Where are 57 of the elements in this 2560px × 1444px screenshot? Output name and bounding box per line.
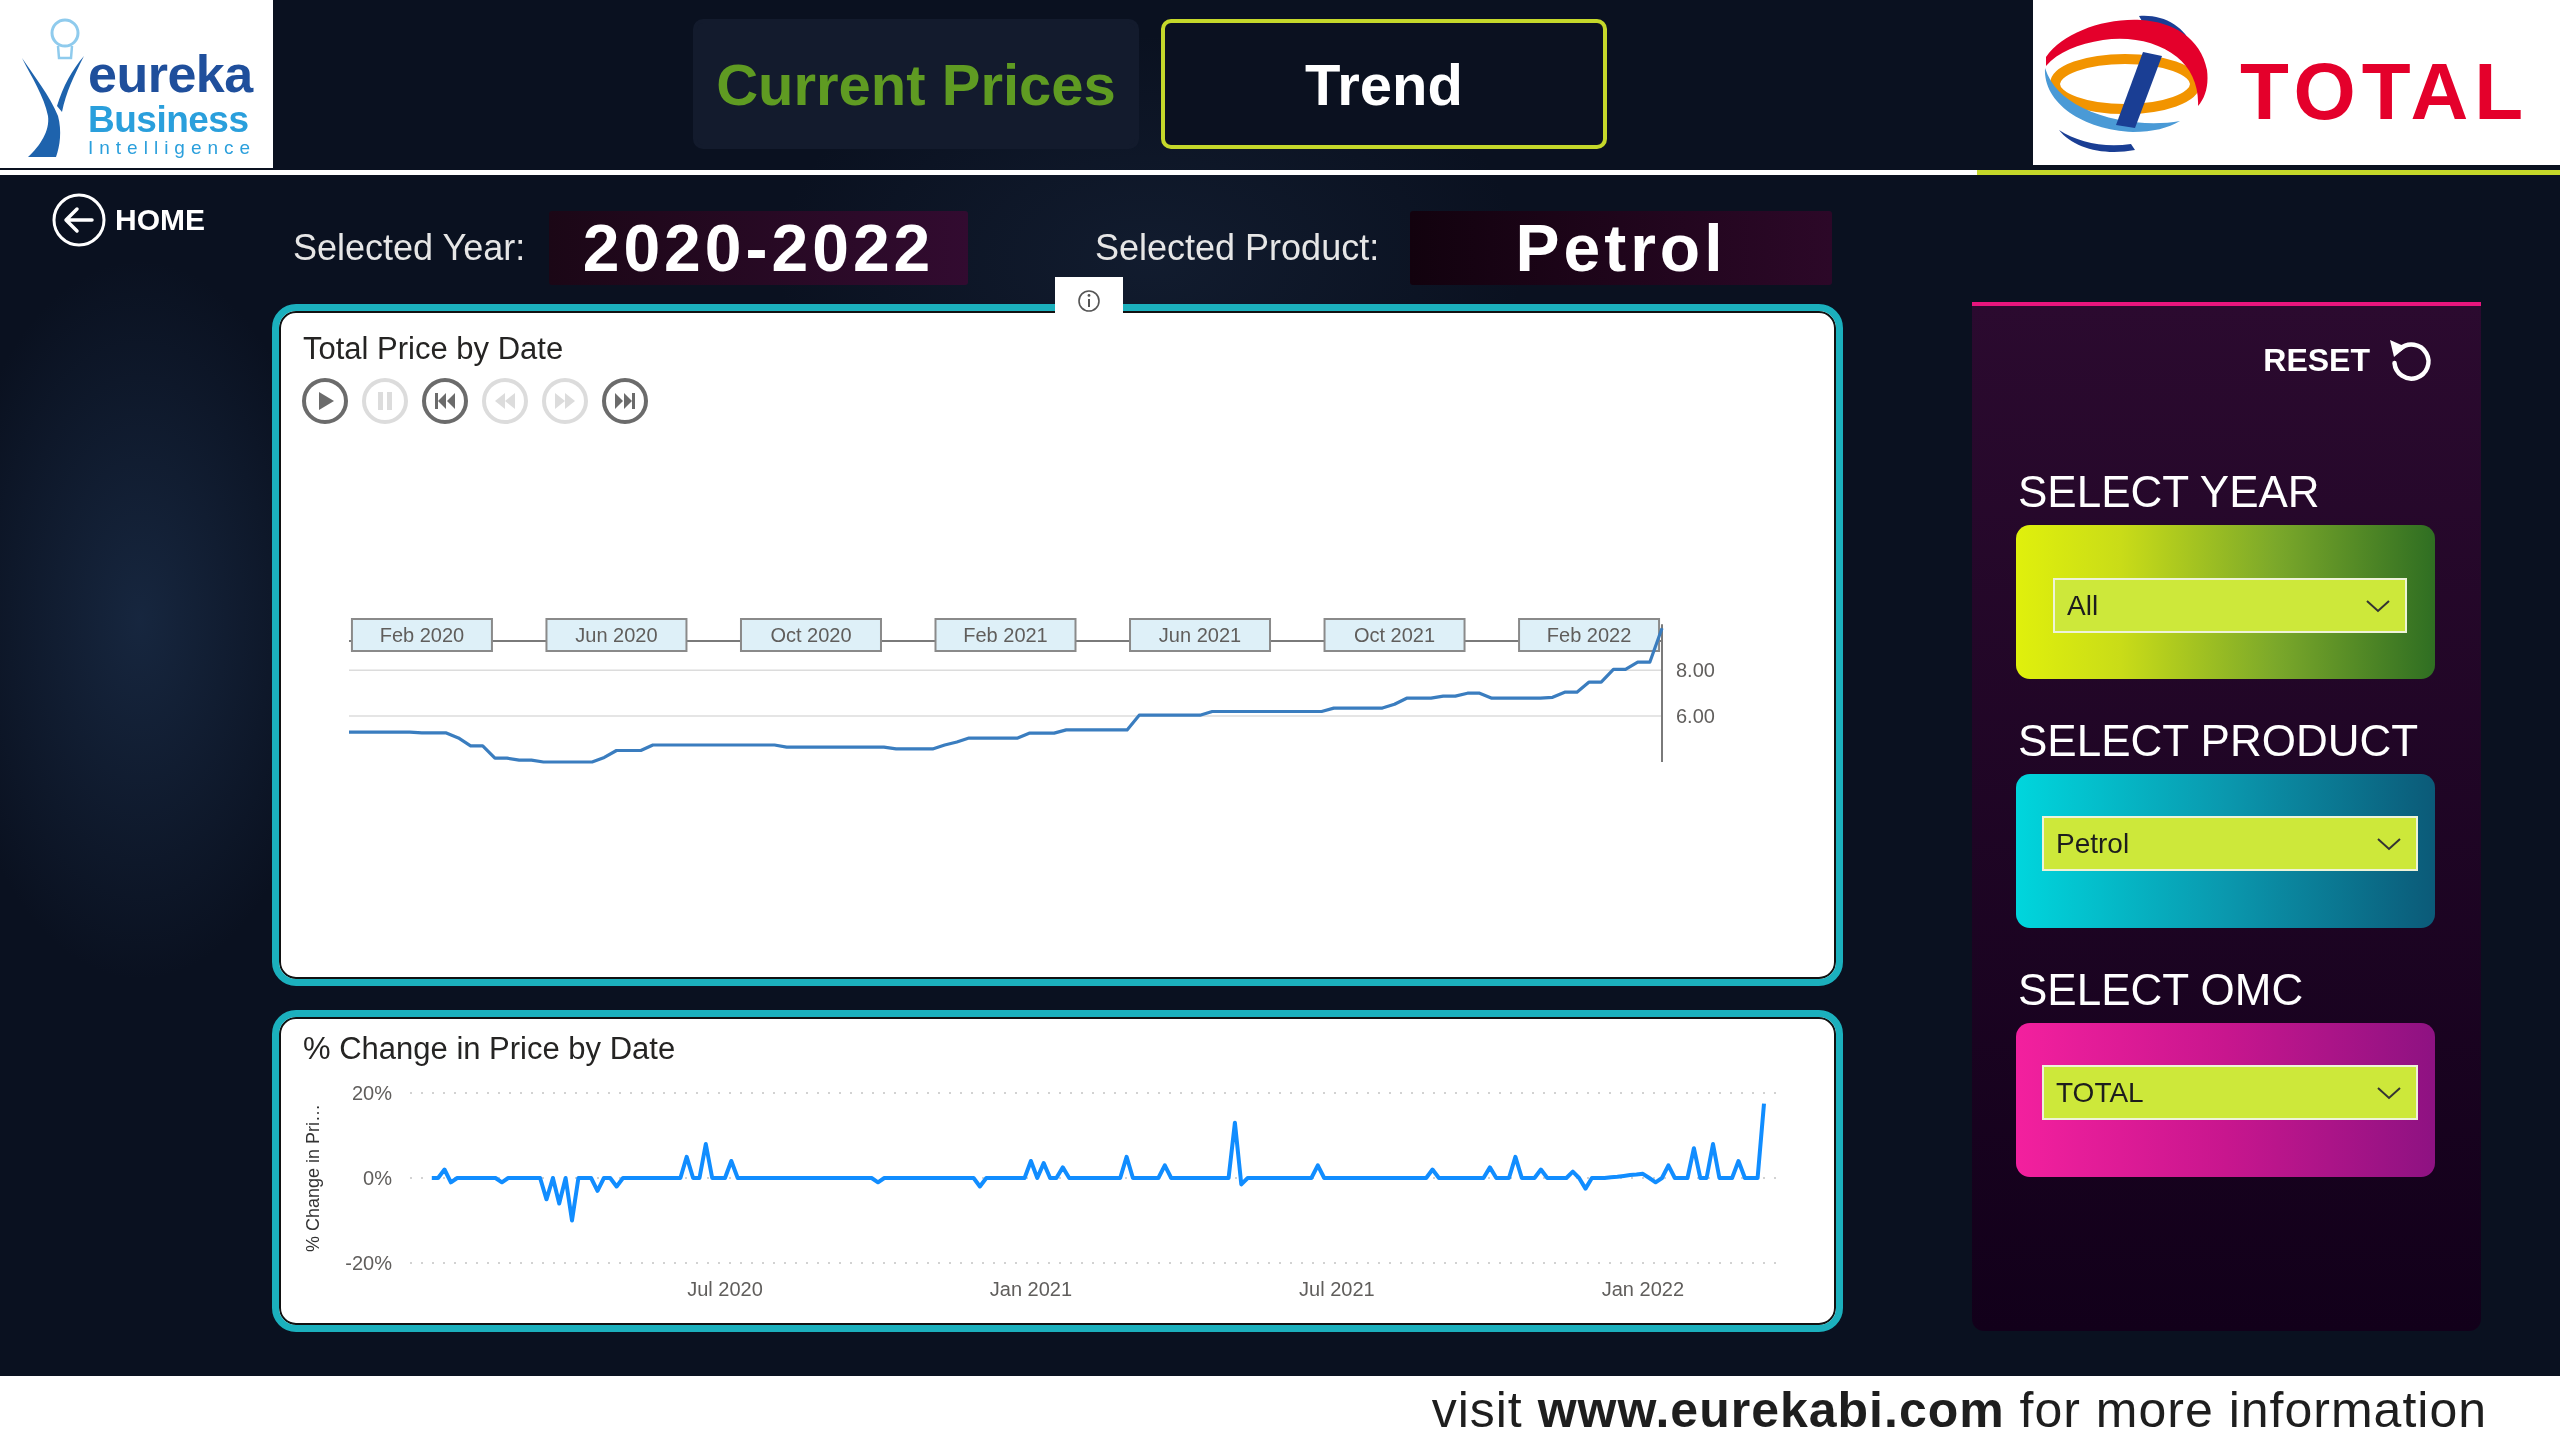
nav-tab[interactable]: Current Prices bbox=[693, 19, 1139, 149]
skip-to-start-button[interactable] bbox=[422, 378, 468, 424]
logo-text: Business bbox=[88, 104, 249, 136]
nav-tab[interactable]: Trend bbox=[1161, 19, 1607, 149]
dropdown-field[interactable]: All bbox=[2053, 578, 2407, 633]
filter-label: SELECT PRODUCT bbox=[2018, 716, 2419, 766]
logo-text: Intelligence bbox=[88, 137, 257, 159]
dropdown-field[interactable]: Petrol bbox=[2042, 816, 2418, 871]
x-tick-label: Jun 2020 bbox=[575, 624, 658, 646]
x-axis-label: Jun 2021 bbox=[1129, 618, 1271, 652]
rewind-icon bbox=[495, 391, 515, 411]
x-axis-label: Feb 2021 bbox=[934, 618, 1077, 652]
x-tick-label: Oct 2021 bbox=[1353, 624, 1436, 646]
y-axis-label: 0% bbox=[363, 1167, 392, 1189]
x-axis-label: Jan 2021 bbox=[989, 1278, 1073, 1300]
y-axis-title: % Change in Pri… bbox=[303, 1103, 323, 1253]
x-axis-label: Jan 2022 bbox=[1601, 1278, 1685, 1300]
play-button[interactable] bbox=[302, 378, 348, 424]
x-tick-label: Jun 2021 bbox=[1158, 624, 1242, 646]
lightbulb-figure-icon bbox=[20, 16, 86, 158]
x-axis-label: Jun 2020 bbox=[545, 618, 688, 652]
skip-to-start-icon bbox=[435, 391, 455, 411]
logo-text: eureka bbox=[88, 51, 253, 97]
filter-label: SELECT OMC bbox=[2018, 965, 2304, 1015]
chevron-down-icon bbox=[2376, 1085, 2402, 1100]
chevron-down-icon bbox=[2376, 836, 2402, 851]
filter-label: SELECT YEAR bbox=[2018, 467, 2320, 517]
x-axis-label: Feb 2022 bbox=[1518, 618, 1661, 652]
x-tick-label: Feb 2020 bbox=[379, 624, 465, 646]
x-tick-label: Oct 2020 bbox=[770, 624, 852, 646]
x-axis-label: Oct 2020 bbox=[740, 618, 882, 652]
y-axis-label: 6.00 bbox=[1676, 705, 1715, 728]
x-axis-label: Oct 2021 bbox=[1323, 618, 1466, 652]
x-tick-label: Feb 2021 bbox=[963, 624, 1048, 646]
footer-text: visit www.eurekabi.com for more information bbox=[1431, 1381, 2487, 1439]
chart-title: Total Price by Date bbox=[303, 330, 564, 367]
pause-icon bbox=[375, 391, 395, 411]
x-axis-label: Feb 2020 bbox=[350, 618, 493, 652]
x-axis-label: Jul 2020 bbox=[687, 1278, 763, 1300]
brand-logo-text: TOTAL bbox=[2240, 45, 2530, 132]
skip-to-end-button[interactable] bbox=[602, 378, 648, 424]
x-axis-label: Jul 2021 bbox=[1299, 1278, 1375, 1300]
skip-to-end-icon bbox=[615, 391, 635, 411]
x-tick-label: Feb 2022 bbox=[1546, 624, 1632, 646]
y-axis-label: -20% bbox=[345, 1252, 392, 1274]
reset-button[interactable]: RESET bbox=[2263, 336, 2435, 384]
selection-label: Selected Year: bbox=[293, 227, 527, 269]
home-link[interactable]: HOME bbox=[52, 193, 205, 247]
y-axis-label: 20% bbox=[351, 1082, 392, 1104]
selection-value: 2020-2022 bbox=[549, 211, 968, 285]
fast-forward-icon bbox=[555, 391, 575, 411]
y-axis-label: 8.00 bbox=[1676, 659, 1715, 682]
selection-label: Selected Product: bbox=[1095, 227, 1381, 269]
selection-value: Petrol bbox=[1410, 211, 1832, 285]
chart-title: % Change in Price by Date bbox=[303, 1030, 676, 1067]
dropdown-field[interactable]: TOTAL bbox=[2042, 1065, 2418, 1120]
chevron-down-icon bbox=[2365, 598, 2391, 613]
